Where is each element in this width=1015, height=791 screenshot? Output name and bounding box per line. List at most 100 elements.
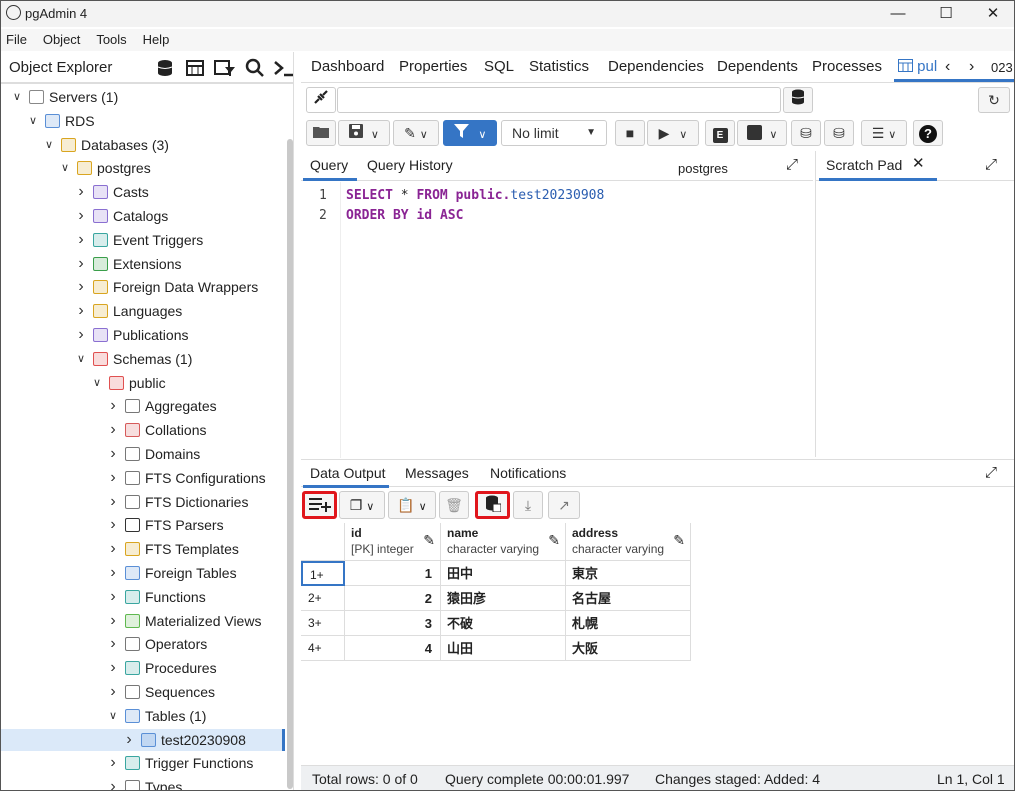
row-number[interactable]: 1+ bbox=[301, 561, 345, 586]
chevron-right-icon[interactable]: › bbox=[107, 562, 119, 584]
column-header[interactable]: id [PK] integer ✎ bbox=[345, 523, 441, 561]
menu-help[interactable]: Help bbox=[143, 29, 170, 51]
tree-item[interactable]: › FTS Templates bbox=[1, 538, 285, 560]
maximize-panel-icon[interactable]: ⤢ bbox=[786, 156, 798, 173]
chevron-right-icon[interactable]: › bbox=[123, 729, 135, 751]
chevron-right-icon[interactable]: › bbox=[107, 586, 119, 608]
tree-item[interactable]: ∨ Servers (1) bbox=[1, 86, 285, 108]
tree-item[interactable]: ∨ Tables (1) bbox=[1, 705, 285, 727]
chevron-right-icon[interactable]: › bbox=[107, 467, 119, 489]
open-file-icon[interactable] bbox=[306, 120, 336, 146]
cell-address[interactable]: 東京 bbox=[566, 561, 691, 586]
menu-object[interactable]: Object bbox=[43, 29, 81, 51]
edit-column-icon[interactable]: ✎ bbox=[548, 532, 560, 549]
panel-divider[interactable] bbox=[815, 151, 816, 457]
tree-item[interactable]: › Publications bbox=[1, 324, 285, 346]
tree-item[interactable]: › Procedures bbox=[1, 657, 285, 679]
tree-item[interactable]: ∨ Schemas (1) bbox=[1, 348, 285, 370]
tree-item[interactable]: › FTS Parsers bbox=[1, 514, 285, 536]
tree-item[interactable]: › Catalogs bbox=[1, 205, 285, 227]
tree-item[interactable]: › Foreign Data Wrappers bbox=[1, 276, 285, 298]
cell-id[interactable]: 4 bbox=[345, 636, 441, 661]
chevron-right-icon[interactable]: › bbox=[75, 205, 87, 227]
tab-messages[interactable]: Messages bbox=[405, 465, 469, 481]
search-icon[interactable] bbox=[243, 57, 267, 79]
tree-item[interactable]: › Operators bbox=[1, 633, 285, 655]
chevron-right-icon[interactable]: › bbox=[107, 610, 119, 632]
explain-analyze-button[interactable]: ∨ bbox=[737, 120, 787, 146]
cell-name[interactable]: 田中 bbox=[441, 561, 566, 586]
minimize-icon[interactable]: — bbox=[878, 3, 918, 25]
paste-button[interactable]: 📋 ∨ bbox=[388, 491, 436, 519]
help-icon[interactable]: ? bbox=[913, 120, 943, 146]
copy-button[interactable]: ❐ ∨ bbox=[339, 491, 385, 519]
cell-address[interactable]: 名古屋 bbox=[566, 586, 691, 611]
chevron-right-icon[interactable]: › bbox=[107, 633, 119, 655]
tab-statistics[interactable]: Statistics bbox=[529, 58, 589, 75]
add-row-icon[interactable] bbox=[302, 491, 337, 519]
refresh-icon[interactable]: ↻ bbox=[978, 87, 1010, 113]
chevron-down-icon[interactable]: ∨ bbox=[107, 705, 119, 727]
chevron-right-icon[interactable]: › bbox=[107, 395, 119, 417]
tree-item[interactable]: › FTS Configurations bbox=[1, 467, 285, 489]
macros-button[interactable]: ☰ ∨ bbox=[861, 120, 907, 146]
tab-dependencies[interactable]: Dependencies bbox=[608, 58, 704, 75]
tab-query-history[interactable]: Query History bbox=[367, 157, 453, 173]
sql-line[interactable]: SELECT * FROM public.test20230908 bbox=[346, 188, 604, 203]
cell-id[interactable]: 1 bbox=[345, 561, 441, 586]
cell-name[interactable]: 山田 bbox=[441, 636, 566, 661]
chevron-right-icon[interactable]: › bbox=[75, 253, 87, 275]
rollback-icon[interactable]: ⛁ bbox=[824, 120, 854, 146]
close-icon[interactable]: ✕ bbox=[973, 3, 1013, 25]
chevron-right-icon[interactable]: › bbox=[107, 657, 119, 679]
chevron-right-icon[interactable]: › bbox=[107, 752, 119, 774]
tree-item[interactable]: › Domains bbox=[1, 443, 285, 465]
column-header[interactable]: name character varying ✎ bbox=[441, 523, 566, 561]
chevron-right-icon[interactable]: › bbox=[107, 681, 119, 703]
tab-query[interactable]: Query bbox=[310, 157, 348, 173]
database-query-icon[interactable] bbox=[154, 57, 178, 79]
chevron-down-icon[interactable]: ∨ bbox=[91, 372, 103, 394]
sql-line[interactable]: ORDER BY id ASC bbox=[346, 208, 463, 223]
chevron-right-icon[interactable]: › bbox=[75, 229, 87, 251]
stop-icon[interactable]: ■ bbox=[615, 120, 645, 146]
new-connection-icon[interactable] bbox=[783, 87, 813, 113]
connection-status-icon[interactable] bbox=[306, 87, 336, 113]
tab-processes[interactable]: Processes bbox=[812, 58, 882, 75]
download-icon[interactable]: ⤓ bbox=[513, 491, 543, 519]
tree-item[interactable]: › Extensions bbox=[1, 253, 285, 275]
edit-button[interactable]: ✎ ∨ bbox=[393, 120, 439, 146]
close-scratch-pad-icon[interactable]: ✕ bbox=[912, 154, 925, 172]
tree-item[interactable]: › Materialized Views bbox=[1, 610, 285, 632]
tab-scroll-right-icon[interactable]: › bbox=[969, 58, 974, 76]
delete-row-icon[interactable]: 🗑 bbox=[439, 491, 469, 519]
filter-button[interactable]: ∨ bbox=[443, 120, 497, 146]
table-view-icon[interactable] bbox=[184, 57, 208, 79]
chevron-down-icon[interactable]: ∨ bbox=[43, 134, 55, 156]
tree-scrollbar[interactable] bbox=[287, 139, 293, 789]
chevron-right-icon[interactable]: › bbox=[107, 443, 119, 465]
save-file-button[interactable]: ∨ bbox=[338, 120, 390, 146]
chevron-right-icon[interactable]: › bbox=[107, 776, 119, 790]
cell-name[interactable]: 猿田彦 bbox=[441, 586, 566, 611]
tree-item[interactable]: › FTS Dictionaries bbox=[1, 491, 285, 513]
tab-query-tool[interactable]: pul bbox=[898, 58, 937, 75]
save-data-changes-icon[interactable] bbox=[475, 491, 510, 519]
row-limit-select[interactable]: No limit ▼ bbox=[501, 120, 607, 146]
cell-id[interactable]: 3 bbox=[345, 611, 441, 636]
chevron-down-icon[interactable]: ∨ bbox=[75, 348, 87, 370]
commit-icon[interactable]: ⛁ bbox=[791, 120, 821, 146]
tree-item[interactable]: ∨ RDS bbox=[1, 110, 285, 132]
tab-overflow[interactable]: 023 bbox=[991, 60, 1013, 75]
chevron-down-icon[interactable]: ∨ bbox=[27, 110, 39, 132]
chevron-right-icon[interactable]: › bbox=[75, 181, 87, 203]
execute-button[interactable]: ▶ ∨ bbox=[647, 120, 699, 146]
tree-item[interactable]: › Trigger Functions bbox=[1, 752, 285, 774]
filter-rows-icon[interactable] bbox=[213, 57, 237, 79]
menu-file[interactable]: File bbox=[6, 29, 27, 51]
chevron-right-icon[interactable]: › bbox=[107, 538, 119, 560]
tab-data-output[interactable]: Data Output bbox=[310, 465, 386, 481]
chevron-right-icon[interactable]: › bbox=[75, 300, 87, 322]
tree-item[interactable]: ∨ Databases (3) bbox=[1, 134, 285, 156]
tab-properties[interactable]: Properties bbox=[399, 58, 467, 75]
